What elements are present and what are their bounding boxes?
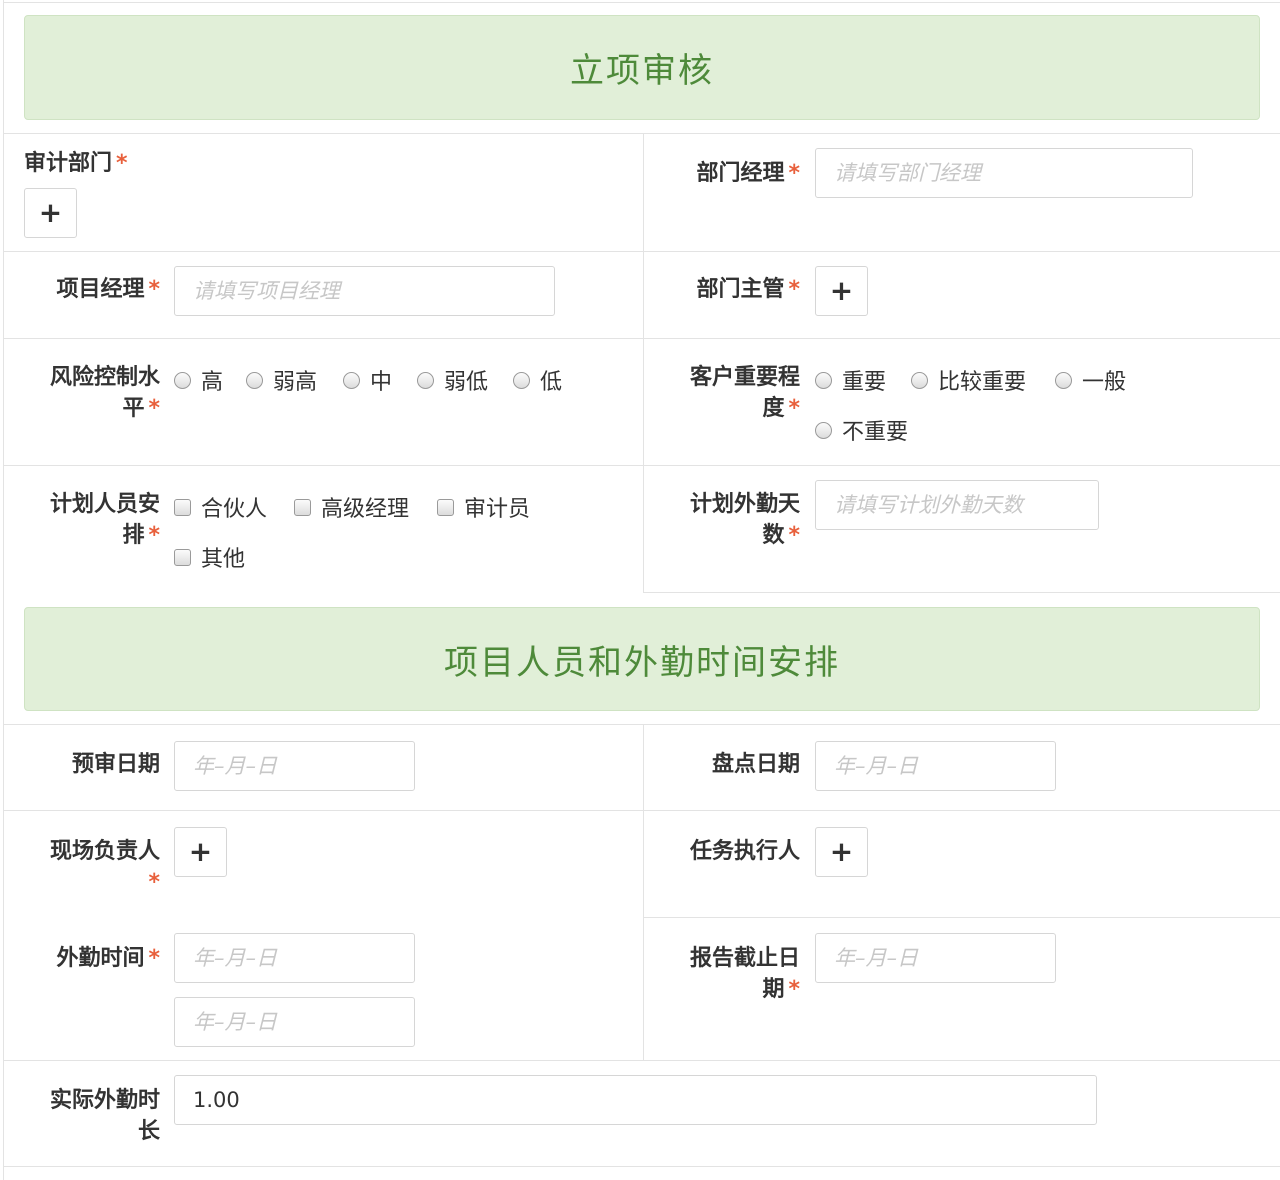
radio-icon[interactable]: [815, 421, 832, 439]
radio-icon[interactable]: [417, 371, 434, 389]
radio-icon[interactable]: [815, 371, 832, 389]
radio-icon[interactable]: [246, 371, 263, 389]
section-title: 项目人员和外勤时间安排: [444, 642, 840, 683]
risk-option-weak-low[interactable]: 弱低: [417, 364, 488, 396]
project-manager-input[interactable]: [174, 266, 555, 316]
add-audit-dept-button[interactable]: +: [24, 188, 77, 238]
radio-icon[interactable]: [513, 371, 530, 389]
row-divider: [643, 917, 1280, 918]
dept-supervisor-label: 部门主管 *: [696, 277, 800, 302]
planned-field-days-input[interactable]: [815, 480, 1099, 530]
plus-icon: +: [829, 835, 854, 868]
row-divider: [3, 133, 1280, 134]
pre-audit-date-label: 预审日期: [71, 752, 160, 777]
risk-control-label: 风险控制水 平 *: [49, 365, 160, 421]
risk-option-low[interactable]: 低: [513, 364, 562, 396]
field-time-label: 外勤时间 *: [56, 946, 160, 971]
row-divider: [3, 810, 1280, 811]
dept-manager-label: 部门经理 *: [696, 161, 800, 186]
add-dept-supervisor-button[interactable]: +: [815, 266, 868, 316]
report-deadline-input[interactable]: [815, 933, 1056, 983]
column-divider: [643, 133, 644, 593]
section-header-project-approval: 立项审核: [24, 15, 1260, 120]
checkbox-icon[interactable]: [174, 498, 191, 516]
radio-icon[interactable]: [343, 371, 360, 389]
task-executor-label: 任务执行人: [689, 839, 800, 864]
importance-option-important[interactable]: 重要: [815, 364, 886, 396]
site-lead-label: 现场负责人 *: [49, 839, 160, 895]
risk-option-high[interactable]: 高: [174, 364, 223, 396]
frame-top-border: [3, 2, 1280, 3]
actual-field-duration-input[interactable]: [174, 1075, 1097, 1125]
risk-option-weak-high[interactable]: 弱高: [246, 364, 317, 396]
field-time-start-input[interactable]: [174, 933, 415, 983]
checkbox-icon[interactable]: [437, 498, 454, 516]
row-divider: [3, 465, 1280, 466]
column-divider: [643, 724, 644, 1061]
row-divider: [3, 1166, 1280, 1167]
section-header-staffing-schedule: 项目人员和外勤时间安排: [24, 607, 1260, 711]
staff-option-partner[interactable]: 合伙人: [174, 491, 267, 523]
radio-icon[interactable]: [1055, 371, 1072, 389]
add-site-lead-button[interactable]: +: [174, 827, 227, 877]
row-divider: [643, 592, 1280, 593]
plus-icon: +: [829, 274, 854, 307]
radio-icon[interactable]: [911, 371, 928, 389]
importance-option-fairly-important[interactable]: 比较重要: [911, 364, 1026, 396]
inventory-date-label: 盘点日期: [711, 752, 800, 777]
plus-icon: +: [188, 835, 213, 868]
planned-staff-label: 计划人员安 排 *: [49, 492, 160, 548]
importance-option-not-important[interactable]: 不重要: [815, 414, 908, 446]
importance-option-normal[interactable]: 一般: [1055, 364, 1126, 396]
pre-audit-date-input[interactable]: [174, 741, 415, 791]
actual-field-duration-label: 实际外勤时 长: [49, 1088, 160, 1144]
inventory-date-input[interactable]: [815, 741, 1056, 791]
checkbox-icon[interactable]: [294, 498, 311, 516]
dept-manager-input[interactable]: [815, 148, 1193, 198]
row-divider: [3, 338, 1280, 339]
report-deadline-label: 报告截止日 期 *: [689, 946, 800, 1002]
staff-option-senior-manager[interactable]: 高级经理: [294, 491, 409, 523]
project-manager-label: 项目经理 *: [56, 277, 160, 302]
frame-left-border: [3, 0, 4, 1180]
section-title: 立项审核: [570, 51, 714, 91]
audit-dept-label: 审计部门 *: [24, 151, 128, 176]
risk-option-medium[interactable]: 中: [343, 364, 392, 396]
row-divider: [3, 1060, 1280, 1061]
row-divider: [3, 251, 1280, 252]
field-time-end-input[interactable]: [174, 997, 415, 1047]
staff-option-other[interactable]: 其他: [174, 541, 245, 573]
row-divider: [3, 724, 1280, 725]
checkbox-icon[interactable]: [174, 548, 191, 566]
client-importance-label: 客户重要程 度 *: [689, 365, 800, 421]
staff-option-auditor[interactable]: 审计员: [437, 491, 530, 523]
add-task-executor-button[interactable]: +: [815, 827, 868, 877]
radio-icon[interactable]: [174, 371, 191, 389]
plus-icon: +: [38, 196, 63, 229]
planned-field-days-label: 计划外勤天 数 *: [689, 492, 800, 548]
